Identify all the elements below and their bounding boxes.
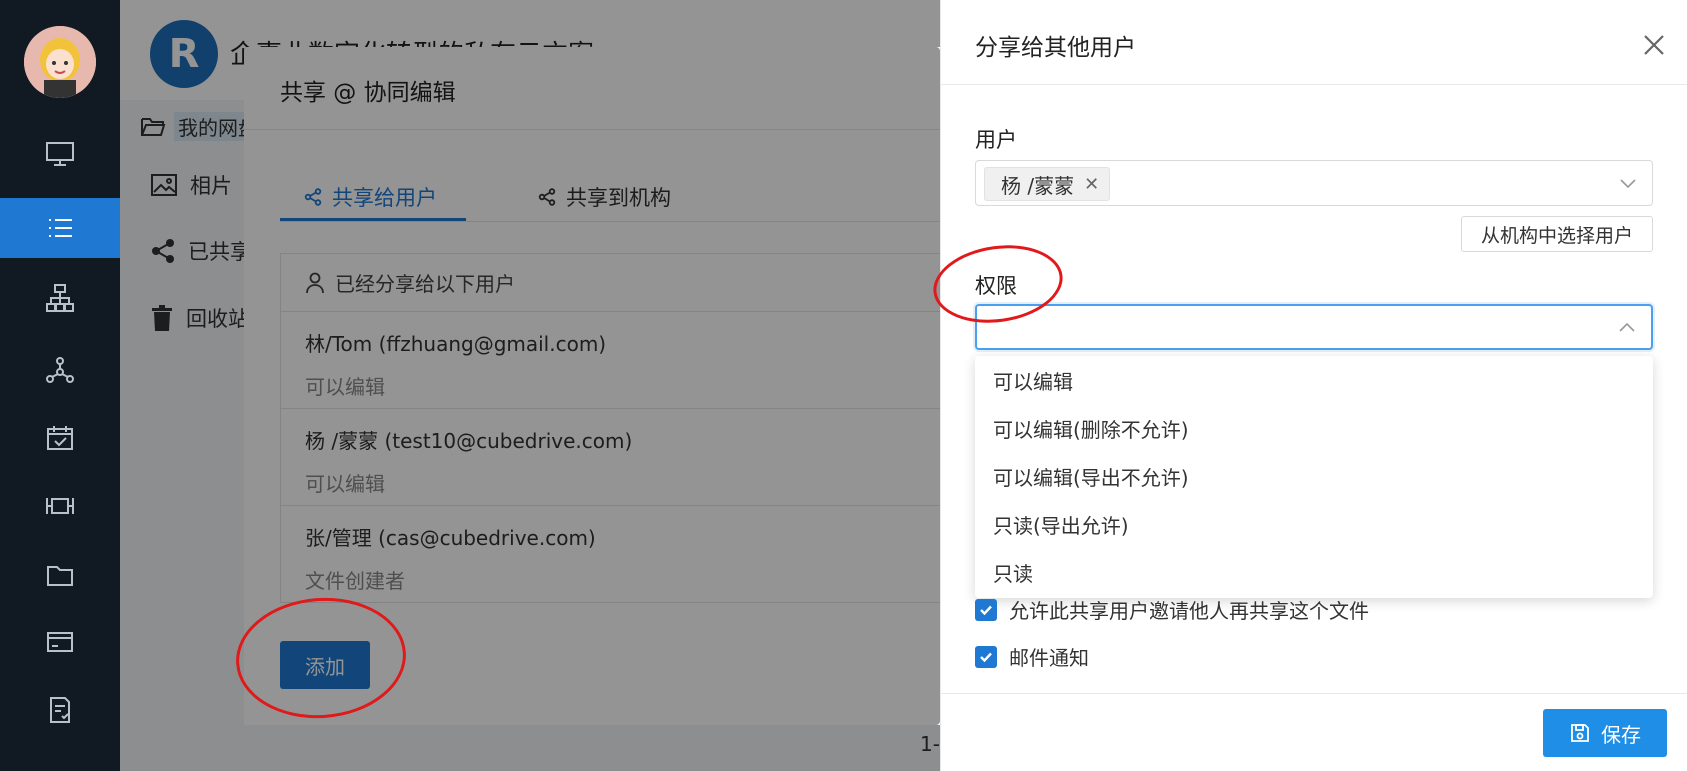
calendar-check-icon — [47, 426, 73, 450]
email-notify-option[interactable]: 邮件通知 — [975, 642, 1089, 671]
document-icon — [50, 697, 70, 723]
sidebar-item-folder[interactable] — [0, 545, 120, 605]
close-icon[interactable] — [1639, 30, 1669, 60]
allow-reshare-option[interactable]: 允许此共享用户邀请他人再共享这个文件 — [975, 595, 1369, 624]
list-icon — [49, 219, 72, 237]
permission-option[interactable]: 只读(导出允许) — [975, 500, 1653, 548]
remove-tag-icon[interactable]: ✕ — [1084, 174, 1099, 195]
selected-user-tag-label: 杨 /蒙蒙 — [1001, 173, 1075, 198]
permission-option[interactable]: 只读 — [975, 548, 1653, 596]
user-avatar[interactable] — [24, 26, 96, 98]
org-chart-icon — [46, 284, 74, 312]
permission-dropdown: 可以编辑 可以编辑(删除不允许) 可以编辑(导出不允许) 只读(导出允许) 只读 — [975, 356, 1653, 598]
network-icon — [46, 357, 74, 383]
left-sidebar — [0, 0, 120, 771]
user-select[interactable]: 杨 /蒙蒙 ✕ — [975, 160, 1653, 206]
save-button[interactable]: 保存 — [1543, 709, 1667, 757]
email-notify-label: 邮件通知 — [1009, 646, 1089, 670]
sidebar-item-list[interactable] — [0, 198, 120, 258]
sidebar-item-card[interactable] — [0, 612, 120, 672]
save-icon — [1571, 724, 1589, 742]
sidebar-item-document[interactable] — [0, 680, 120, 740]
permission-select[interactable] — [975, 304, 1653, 350]
allow-reshare-label: 允许此共享用户邀请他人再共享这个文件 — [1009, 599, 1369, 623]
permission-option[interactable]: 可以编辑 — [975, 356, 1653, 404]
card-icon — [47, 632, 73, 652]
sidebar-item-calendar[interactable] — [0, 408, 120, 468]
checkmark-icon — [980, 652, 992, 662]
drawer-title: 分享给其他用户 — [975, 35, 1136, 61]
monitor-icon — [46, 142, 74, 166]
drawer-footer-divider — [941, 693, 1687, 694]
chevron-up-icon — [1619, 322, 1635, 332]
sidebar-item-org[interactable] — [0, 268, 120, 328]
user-field-label: 用户 — [975, 128, 1017, 152]
allow-reshare-checkbox[interactable] — [975, 598, 997, 621]
resize-icon — [46, 498, 74, 514]
folder-icon — [47, 566, 73, 586]
drawer-divider — [941, 84, 1687, 85]
selected-user-tag: 杨 /蒙蒙 ✕ — [984, 167, 1111, 201]
email-notify-checkbox[interactable] — [975, 645, 997, 668]
chevron-down-icon — [1620, 179, 1636, 189]
save-button-label: 保存 — [1601, 722, 1641, 747]
share-drawer: 分享给其他用户 用户 杨 /蒙蒙 ✕ 从机构中选择用户 权限 可以编辑 可以编辑… — [940, 0, 1687, 771]
sidebar-item-network[interactable] — [0, 340, 120, 400]
sidebar-item-resize[interactable] — [0, 476, 120, 536]
checkmark-icon — [980, 605, 992, 615]
select-from-org-button[interactable]: 从机构中选择用户 — [1461, 216, 1653, 252]
permission-option[interactable]: 可以编辑(导出不允许) — [975, 452, 1653, 500]
sidebar-item-desktop[interactable] — [0, 124, 120, 184]
permission-option[interactable]: 可以编辑(删除不允许) — [975, 404, 1653, 452]
